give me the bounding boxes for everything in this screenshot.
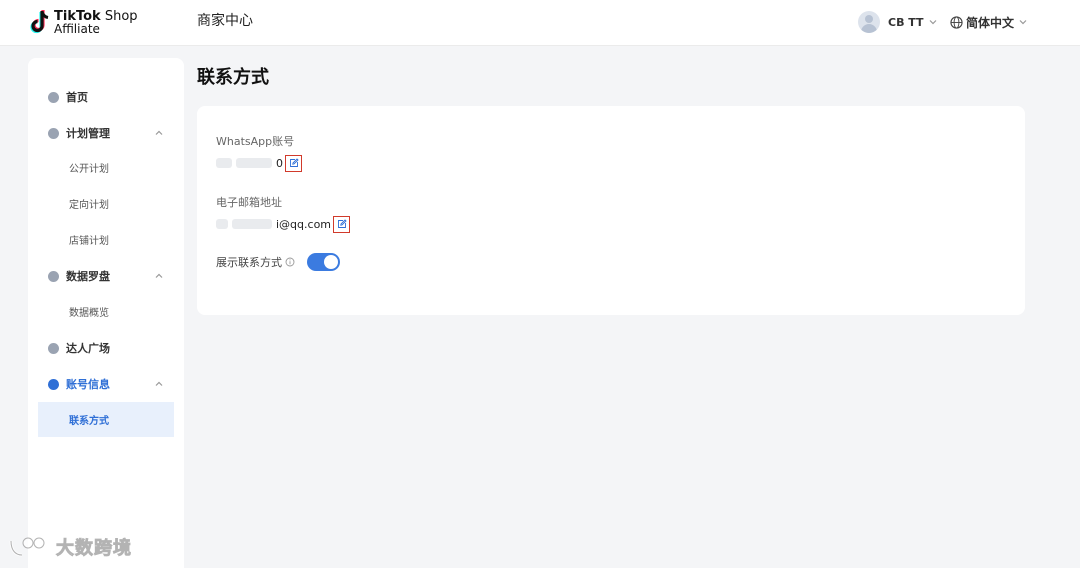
user-menu[interactable]: CB TT [858, 10, 938, 34]
page-title: 联系方式 [197, 67, 269, 88]
sidebar-item-home[interactable]: 首页 [28, 85, 184, 109]
watermark-text: 大数跨境 [56, 538, 132, 560]
sidebar-item-data-overview[interactable]: 数据概览 [28, 300, 184, 322]
creator-icon [48, 342, 59, 354]
chevron-up-icon [155, 273, 163, 278]
email-visible-text: i@qq.com [276, 217, 332, 231]
tiktok-shop-affiliate-logo[interactable]: TikTok Shop Affiliate [30, 9, 140, 37]
chevron-down-icon [1019, 20, 1027, 25]
email-value: i@qq.com [216, 214, 351, 234]
sidebar-item-targeted-plan[interactable]: 定向计划 [28, 192, 184, 214]
sidebar-item-contact-info[interactable]: 联系方式 [38, 402, 174, 437]
show-contact-toggle[interactable] [307, 253, 340, 271]
language-label: 简体中文 [966, 15, 1015, 30]
edit-whatsapp-button[interactable] [285, 154, 302, 172]
blurred-text [216, 219, 228, 229]
account-icon [48, 378, 59, 390]
chevron-up-icon [155, 130, 163, 135]
edit-icon [289, 158, 299, 167]
sidebar-item-label: 联系方式 [69, 416, 109, 427]
show-contact-label: 展示联系方式 [216, 256, 282, 269]
sidebar-item-public-plan[interactable]: 公开计划 [28, 156, 184, 178]
plan-icon [48, 127, 59, 139]
sidebar-item-data-compass[interactable]: 数据罗盘 [28, 264, 184, 288]
top-header: TikTok Shop Affiliate 商家中心 CB TT 简体中文 [0, 0, 1080, 46]
blurred-text [216, 158, 232, 168]
compass-icon [48, 270, 59, 282]
contact-info-card: WhatsApp账号 0 电子邮箱地址 i@qq.com 展示联系方式 [197, 106, 1025, 315]
user-name: CB TT [888, 15, 924, 29]
email-label: 电子邮箱地址 [216, 196, 282, 209]
toggle-knob [324, 255, 338, 269]
sidebar-item-label: 数据概览 [69, 307, 109, 319]
home-icon [48, 91, 59, 103]
sidebar-item-account-info[interactable]: 账号信息 [28, 372, 184, 396]
chevron-down-icon [929, 20, 936, 25]
sidebar-item-creator-square[interactable]: 达人广场 [28, 336, 184, 360]
sidebar-item-plan-management[interactable]: 计划管理 [28, 121, 184, 145]
sidebar-item-shop-plan[interactable]: 店铺计划 [28, 228, 184, 250]
avatar [858, 11, 880, 33]
merchant-center-title: 商家中心 [197, 13, 253, 29]
sidebar-nav: 首页 计划管理 公开计划 定向计划 店铺计划 数据罗盘 数据概览 达人广场 账号… [28, 58, 184, 568]
language-selector[interactable]: 简体中文 [950, 12, 1028, 32]
edit-icon [337, 219, 347, 228]
tiktok-logo-icon [30, 10, 49, 34]
sidebar-item-label: 达人广场 [66, 342, 110, 355]
logo-text-line2: Affiliate [54, 22, 100, 36]
watermark-logo-icon [9, 537, 45, 557]
chevron-up-icon [155, 381, 163, 386]
whatsapp-label: WhatsApp账号 [216, 135, 295, 148]
globe-icon [950, 15, 963, 29]
blurred-text [232, 219, 272, 229]
info-icon[interactable] [285, 257, 295, 267]
show-contact-row: 展示联系方式 [216, 252, 340, 272]
sidebar-item-label: 店铺计划 [69, 235, 109, 247]
whatsapp-visible-text: 0 [276, 156, 283, 170]
sidebar-item-label: 首页 [66, 91, 88, 104]
watermark: 大数跨境 [8, 533, 132, 561]
sidebar-item-label: 数据罗盘 [66, 270, 110, 283]
sidebar-item-label: 计划管理 [66, 127, 110, 140]
sidebar-item-label: 公开计划 [69, 163, 109, 175]
sidebar-item-label: 定向计划 [69, 199, 109, 211]
blurred-text [236, 158, 272, 168]
edit-email-button[interactable] [333, 215, 351, 233]
whatsapp-value: 0 [216, 153, 302, 173]
sidebar-item-label: 账号信息 [66, 378, 110, 391]
